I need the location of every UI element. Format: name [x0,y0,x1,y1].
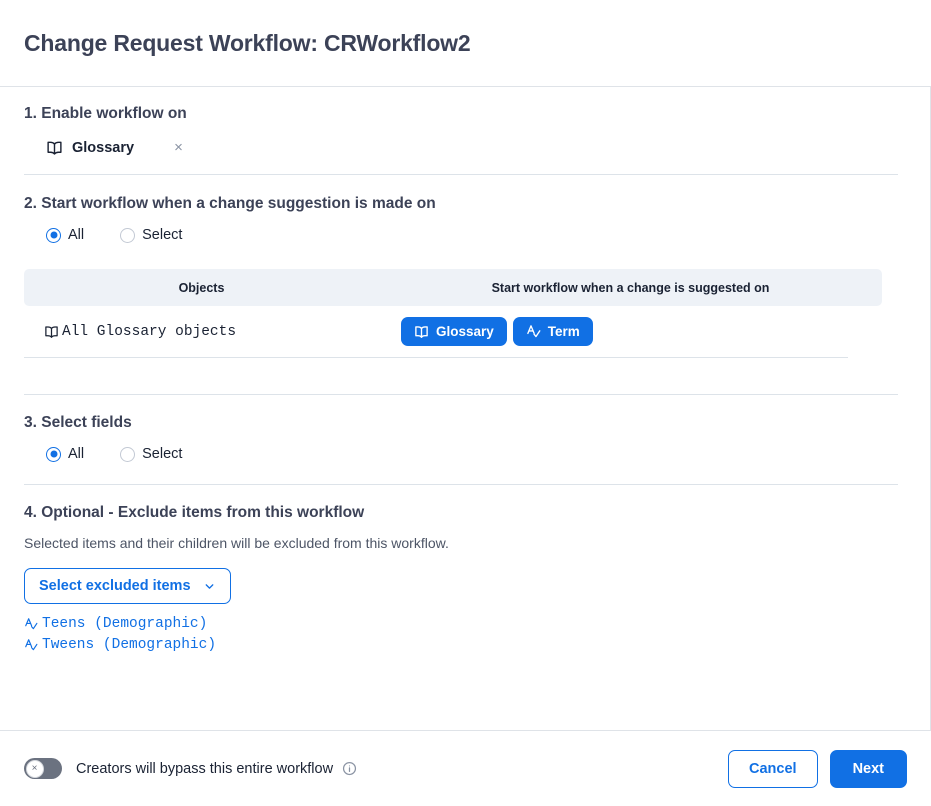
step2-title: 2. Start workflow when a change suggesti… [24,195,436,212]
step2-radio-all[interactable]: All [46,227,84,243]
cancel-button[interactable]: Cancel [728,749,818,788]
objects-table: Objects Start workflow when a change is … [24,269,882,358]
list-item[interactable]: Tweens (Demographic) [24,635,906,655]
pill-glossary[interactable]: Glossary [401,317,507,346]
step3-title: 3. Select fields [24,414,132,431]
toggle-knob: × [25,759,44,778]
step3-radio-select-label: Select [142,446,183,462]
next-button[interactable]: Next [829,749,907,788]
step2-radio-all-label: All [68,227,85,243]
chevron-down-icon [203,580,216,593]
section2-bottom-gap [24,358,906,394]
cell-start-workflow-pills: Glossary Term [379,317,848,346]
table-header-row: Objects Start workflow when a change is … [24,269,882,306]
book-icon [46,139,63,156]
cell-object-name: All Glossary objects [24,324,379,340]
table-row: All Glossary objects Glossary Term [24,306,848,358]
step2-radio-group: All Select [24,227,906,243]
page-title: Change Request Workflow: CRWorkflow2 [24,29,471,56]
info-icon[interactable] [342,761,357,776]
book-icon [44,324,59,339]
step3-radio-select[interactable]: Select [120,446,182,462]
excluded-item-label: Teens (Demographic) [42,616,208,632]
excluded-items-list: Teens (Demographic) Tweens (Demographic) [24,614,906,655]
step1-title: 1. Enable workflow on [24,105,187,122]
term-icon [24,638,38,652]
step4-description: Selected items and their children will b… [24,535,449,551]
cell-object-label: All Glossary objects [62,323,237,340]
select-excluded-items-label: Select excluded items [39,578,191,594]
pill-glossary-label: Glossary [436,324,494,339]
column-header-objects: Objects [178,280,225,295]
step3-radio-all-label: All [68,446,85,462]
dialog-body: 1. Enable workflow on Glossary × 2. Star… [0,86,931,730]
term-icon [526,324,541,339]
glossary-chip[interactable]: Glossary [46,139,134,156]
radio-indicator-select[interactable] [120,446,136,462]
glossary-chip-label: Glossary [72,139,135,156]
bypass-workflow-label: Creators will bypass this entire workflo… [76,760,334,777]
step2-radio-select[interactable]: Select [120,227,182,243]
dialog-header: Change Request Workflow: CRWorkflow2 [0,0,931,86]
term-icon [24,617,38,631]
pill-term[interactable]: Term [512,317,593,346]
section-enable-workflow-on: 1. Enable workflow on Glossary × [0,87,930,174]
select-excluded-items-dropdown[interactable]: Select excluded items [24,568,231,604]
section-select-fields: 3. Select fields All Select [0,395,930,484]
section-start-workflow-when: 2. Start workflow when a change suggesti… [0,175,930,394]
radio-indicator-all[interactable] [46,446,61,462]
step4-title: 4. Optional - Exclude items from this wo… [24,504,365,521]
radio-indicator-select[interactable] [120,227,136,243]
step3-radio-all[interactable]: All [46,446,84,462]
radio-indicator-all[interactable] [46,227,61,243]
step2-radio-select-label: Select [142,227,183,243]
section-exclude-items: 4. Optional - Exclude items from this wo… [0,485,930,655]
column-header-start-workflow: Start workflow when a change is suggeste… [491,280,770,295]
list-item[interactable]: Teens (Demographic) [24,614,906,634]
step3-radio-group: All Select [24,446,906,462]
change-request-workflow-dialog: Change Request Workflow: CRWorkflow2 1. … [0,0,931,806]
pill-term-label: Term [547,324,580,339]
dialog-footer: × Creators will bypass this entire workf… [0,730,931,806]
enabled-on-chip-row: Glossary × [24,139,906,156]
excluded-item-label: Tweens (Demographic) [42,637,217,653]
book-icon [414,324,429,339]
bypass-workflow-toggle[interactable]: × [24,758,62,779]
close-icon[interactable]: × [174,140,183,155]
